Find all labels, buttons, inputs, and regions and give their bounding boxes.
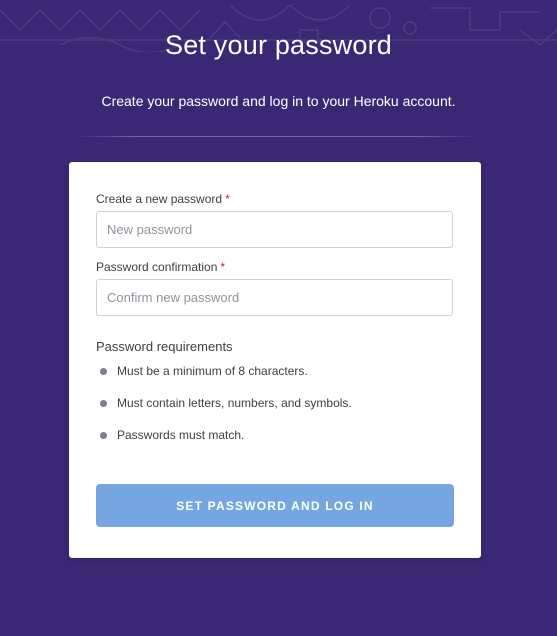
password-confirmation-label-text: Password confirmation <box>96 260 218 274</box>
divider <box>72 136 480 137</box>
requirement-text: Passwords must match. <box>117 428 245 442</box>
new-password-label: Create a new password * <box>96 192 230 206</box>
set-password-form: Create a new password * Password confirma… <box>69 162 481 558</box>
password-requirements-title: Password requirements <box>96 339 233 354</box>
requirement-text: Must contain letters, numbers, and symbo… <box>117 396 352 410</box>
bullet-icon <box>100 400 107 407</box>
password-confirmation-input[interactable] <box>96 279 453 316</box>
bullet-icon <box>100 432 107 439</box>
password-confirmation-label: Password confirmation * <box>96 260 225 274</box>
required-indicator: * <box>225 192 230 206</box>
set-password-and-log-in-button[interactable]: SET PASSWORD AND LOG IN <box>96 484 454 527</box>
page-subtitle: Create your password and log in to your … <box>101 93 456 109</box>
new-password-label-text: Create a new password <box>96 192 223 206</box>
required-indicator: * <box>220 260 226 274</box>
bullet-icon <box>100 368 107 375</box>
new-password-input[interactable] <box>96 211 453 248</box>
requirement-text: Must be a minimum of 8 characters. <box>117 364 308 378</box>
page-title: Set your password <box>164 30 392 60</box>
